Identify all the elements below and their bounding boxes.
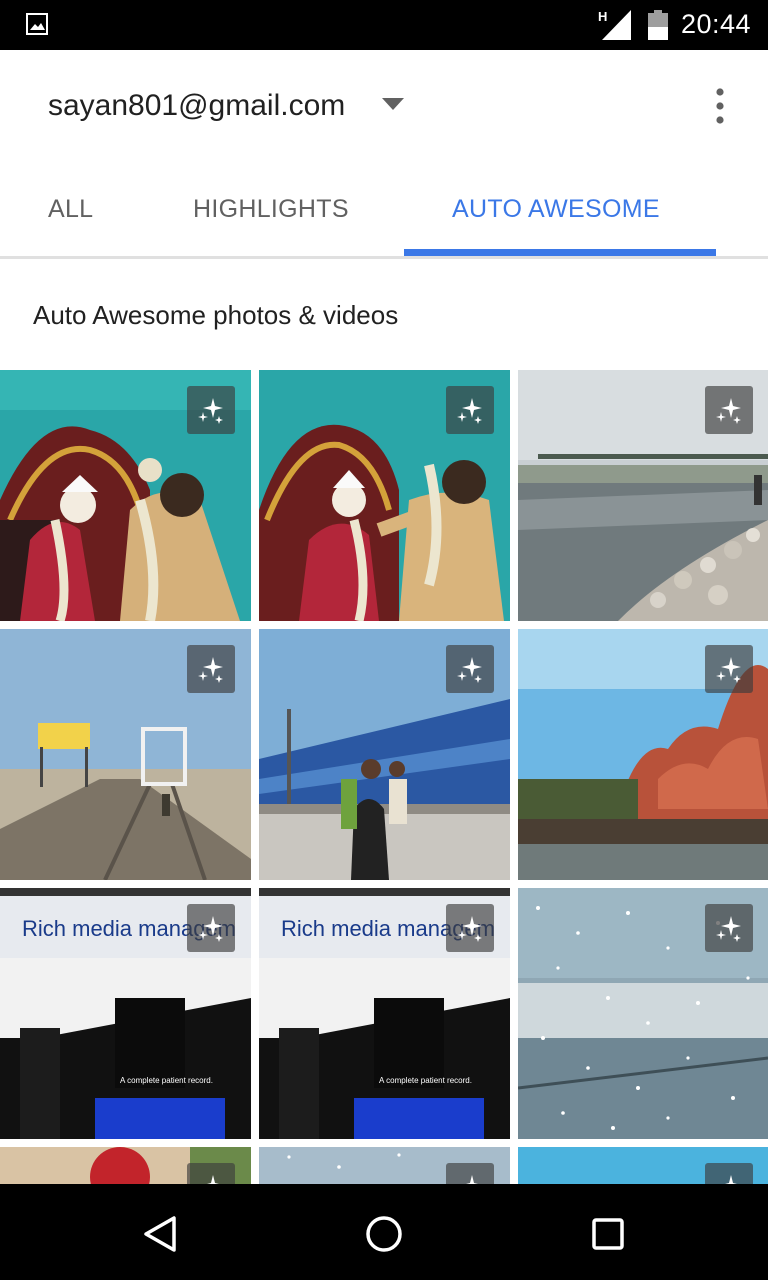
battery-icon [648, 10, 668, 40]
status-bar: H 20:44 [0, 0, 768, 50]
auto-awesome-badge [705, 904, 753, 952]
auto-awesome-sparkle-icon [716, 398, 741, 424]
auto-awesome-sparkle-icon [457, 916, 482, 942]
arrow-drop-down-icon[interactable] [382, 98, 404, 112]
recents-square-icon[interactable] [586, 1212, 630, 1256]
auto-awesome-badge [446, 386, 494, 434]
home-circle-icon[interactable] [362, 1212, 406, 1256]
tab-divider [0, 256, 768, 259]
image-icon [26, 13, 48, 35]
auto-awesome-sparkle-icon [207, 1175, 219, 1184]
auto-awesome-badge [705, 1163, 753, 1184]
auto-awesome-badge [446, 904, 494, 952]
photo-tile[interactable] [0, 629, 251, 880]
auto-awesome-sparkle-icon [716, 916, 741, 942]
photo-tile[interactable] [0, 1147, 251, 1184]
auto-awesome-sparkle-icon [725, 1175, 737, 1184]
photo-grid: Rich media managem A complete patient re… [0, 370, 768, 1184]
back-triangle-icon[interactable] [138, 1212, 182, 1256]
auto-awesome-sparkle-icon [198, 398, 223, 424]
auto-awesome-sparkle-icon [457, 657, 482, 683]
booth-screen-text: A complete patient record. [120, 1076, 213, 1085]
tab-highlights[interactable]: HIGHLIGHTS [193, 195, 349, 224]
auto-awesome-sparkle-icon [198, 916, 223, 942]
auto-awesome-badge [187, 904, 235, 952]
status-clock: 20:44 [681, 9, 752, 39]
active-tab-indicator [404, 249, 716, 256]
photo-tile[interactable] [518, 1147, 768, 1184]
auto-awesome-sparkle-icon [716, 657, 741, 683]
auto-awesome-badge [705, 645, 753, 693]
photo-tile[interactable] [518, 888, 768, 1139]
auto-awesome-badge [446, 645, 494, 693]
photo-tile[interactable]: Rich media managem A complete patient re… [0, 888, 251, 1139]
navigation-bar [0, 1184, 768, 1280]
photo-tile[interactable] [0, 370, 251, 621]
photo-tile[interactable] [518, 370, 768, 621]
account-bar: sayan801@gmail.com [0, 50, 768, 165]
tab-bar: ALL HIGHLIGHTS AUTO AWESOME [0, 165, 768, 260]
photo-tile[interactable] [259, 370, 510, 621]
booth-screen-text: A complete patient record. [379, 1076, 472, 1085]
section-title: Auto Awesome photos & videos [33, 300, 399, 330]
tab-all[interactable]: ALL [48, 195, 93, 224]
auto-awesome-badge [187, 645, 235, 693]
more-vert-icon[interactable] [704, 86, 736, 126]
auto-awesome-sparkle-icon [457, 398, 482, 424]
photo-tile[interactable] [518, 629, 768, 880]
photo-tile[interactable]: Rich media managem A complete patient re… [259, 888, 510, 1139]
tab-auto-awesome[interactable]: AUTO AWESOME [452, 195, 660, 224]
auto-awesome-sparkle-icon [198, 657, 223, 683]
auto-awesome-badge [446, 1163, 494, 1184]
photo-tile[interactable] [259, 1147, 510, 1184]
auto-awesome-badge [187, 1163, 235, 1184]
auto-awesome-badge [705, 386, 753, 434]
signal-icon: H [598, 9, 632, 40]
photo-tile[interactable] [259, 629, 510, 880]
auto-awesome-sparkle-icon [466, 1175, 478, 1184]
account-selector[interactable]: sayan801@gmail.com [48, 89, 345, 123]
auto-awesome-badge [187, 386, 235, 434]
